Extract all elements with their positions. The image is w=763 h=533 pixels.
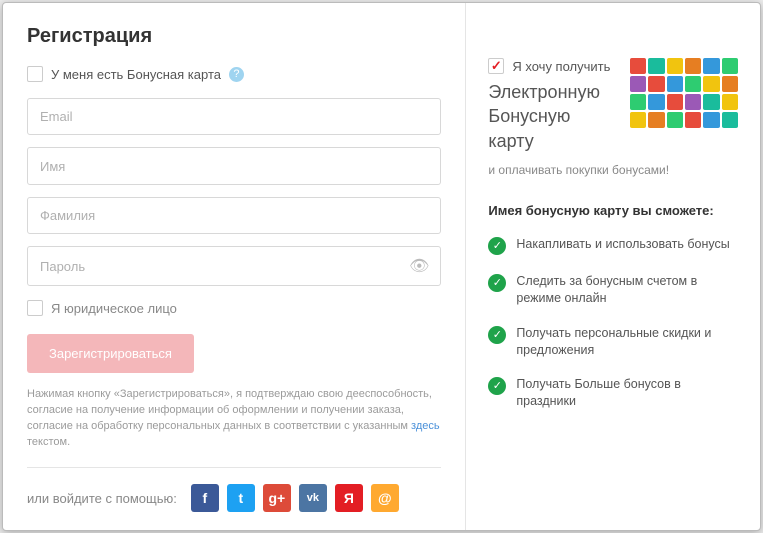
have-card-checkbox[interactable] bbox=[27, 66, 43, 82]
promo-subtitle: и оплачивать покупки бонусами! bbox=[488, 163, 738, 177]
legal-text: Нажимая кнопку «Зарегистрироваться», я п… bbox=[27, 387, 441, 451]
benefit-item: ✓ Получать персональные скидки и предложе… bbox=[488, 325, 738, 359]
social-row: или войдите с помощью: f t g+ vk Я @ bbox=[27, 484, 441, 512]
benefit-item: ✓ Получать Больше бонусов в праздники bbox=[488, 376, 738, 410]
submit-button[interactable]: Зарегистрироваться bbox=[27, 334, 194, 373]
check-circle-icon: ✓ bbox=[488, 326, 506, 344]
benefit-text: Накапливать и использовать бонусы bbox=[516, 236, 729, 253]
benefits-list: ✓ Накапливать и использовать бонусы ✓ Следи… bbox=[488, 236, 738, 410]
password-field[interactable] bbox=[27, 246, 441, 286]
check-circle-icon: ✓ bbox=[488, 274, 506, 292]
page-title: Регистрация bbox=[27, 25, 441, 48]
facebook-button[interactable]: f bbox=[191, 484, 219, 512]
legal-link[interactable]: здесь bbox=[411, 420, 440, 432]
email-field[interactable] bbox=[27, 98, 441, 135]
divider bbox=[27, 467, 441, 468]
benefits-heading: Имея бонусную карту вы сможете: bbox=[488, 203, 738, 218]
mailru-button[interactable]: @ bbox=[371, 484, 399, 512]
check-circle-icon: ✓ bbox=[488, 237, 506, 255]
surname-field[interactable] bbox=[27, 197, 441, 234]
promo-panel: Я хочу получить Электронную Бонусную кар… bbox=[465, 3, 760, 530]
password-wrap: 👁 bbox=[27, 246, 441, 286]
google-plus-button[interactable]: g+ bbox=[263, 484, 291, 512]
eye-icon[interactable]: 👁 bbox=[409, 256, 429, 276]
juridical-row[interactable]: Я юридическое лицо bbox=[27, 300, 441, 316]
registration-modal: Регистрация У меня есть Бонусная карта ?… bbox=[2, 2, 761, 531]
promo-title: Электронную Бонусную карту bbox=[488, 80, 616, 153]
wish-row[interactable]: Я хочу получить bbox=[488, 58, 616, 74]
benefit-item: ✓ Следить за бонусным счетом в режиме онл… bbox=[488, 273, 738, 307]
benefit-text: Получать персональные скидки и предложен… bbox=[516, 325, 738, 359]
form-panel: Регистрация У меня есть Бонусная карта ?… bbox=[3, 3, 465, 530]
benefit-item: ✓ Накапливать и использовать бонусы bbox=[488, 236, 738, 255]
have-card-label: У меня есть Бонусная карта bbox=[51, 67, 221, 82]
name-field[interactable] bbox=[27, 147, 441, 184]
social-prompt: или войдите с помощью: bbox=[27, 491, 177, 506]
check-circle-icon: ✓ bbox=[488, 377, 506, 395]
benefit-text: Следить за бонусным счетом в режиме онла… bbox=[516, 273, 738, 307]
promo-mosaic-icon bbox=[630, 58, 738, 128]
twitter-button[interactable]: t bbox=[227, 484, 255, 512]
yandex-button[interactable]: Я bbox=[335, 484, 363, 512]
benefit-text: Получать Больше бонусов в праздники bbox=[516, 376, 738, 410]
juridical-checkbox[interactable] bbox=[27, 300, 43, 316]
juridical-label: Я юридическое лицо bbox=[51, 301, 177, 316]
wish-label: Я хочу получить bbox=[512, 59, 610, 74]
help-icon[interactable]: ? bbox=[229, 67, 244, 82]
wish-checkbox[interactable] bbox=[488, 58, 504, 74]
vk-button[interactable]: vk bbox=[299, 484, 327, 512]
have-card-row[interactable]: У меня есть Бонусная карта ? bbox=[27, 66, 441, 82]
